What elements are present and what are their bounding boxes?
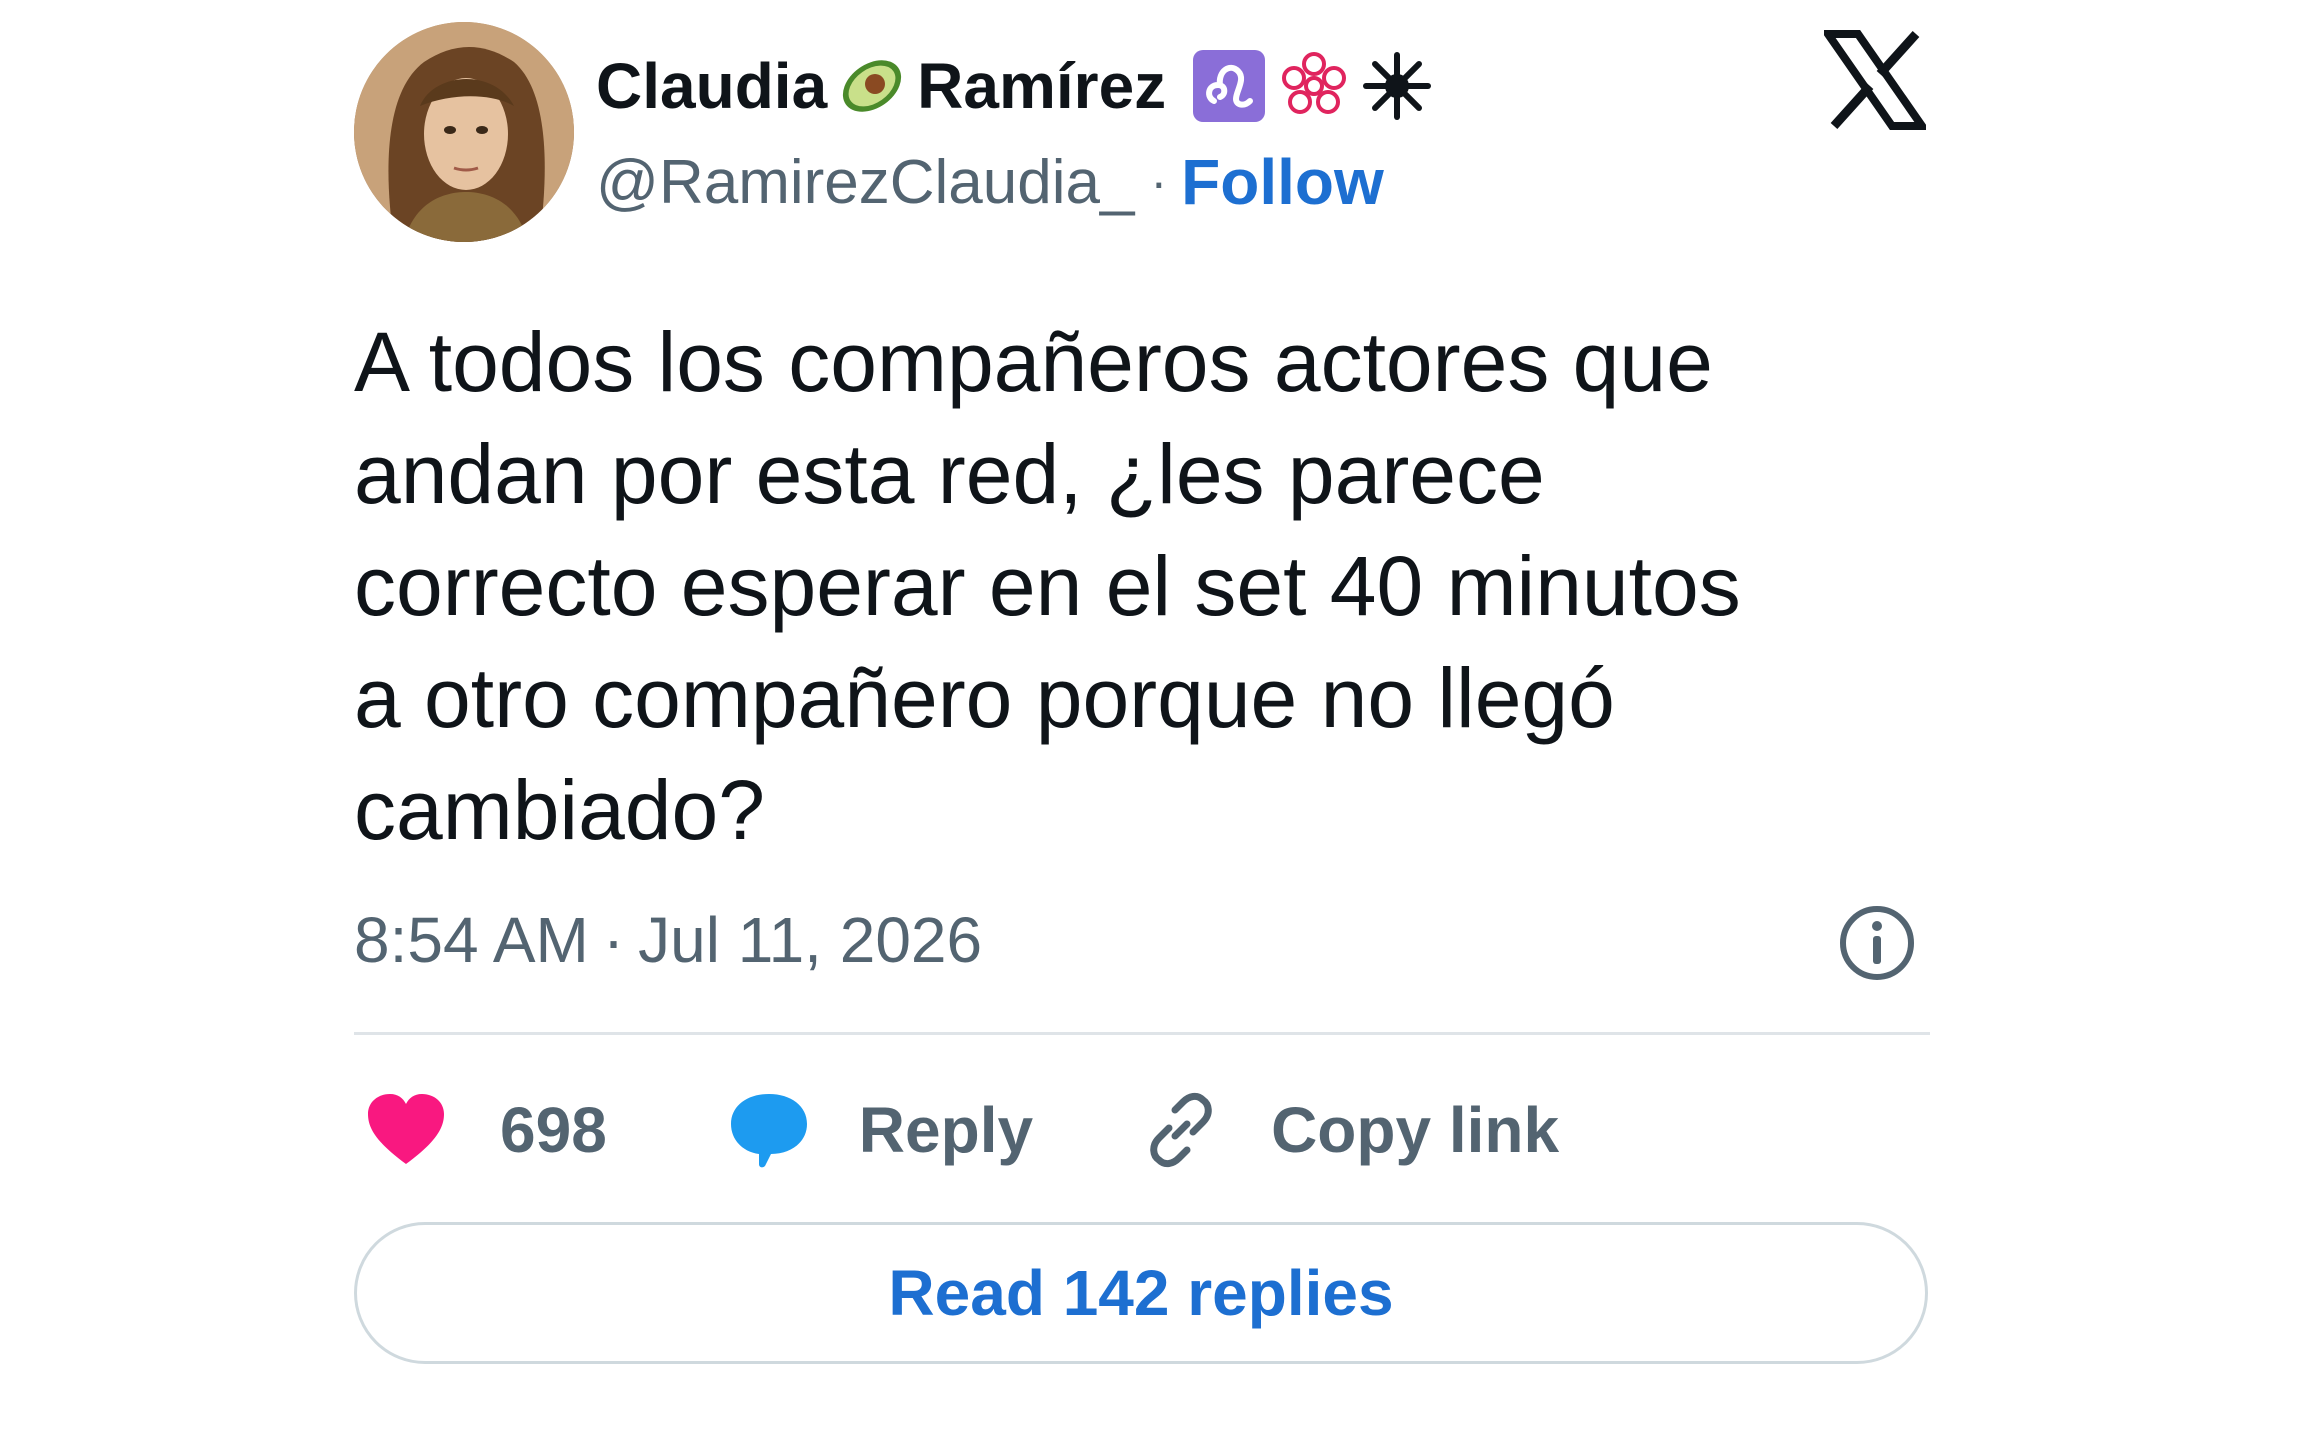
display-name[interactable]: Claudia Ramírez bbox=[596, 46, 1432, 126]
black-star-icon bbox=[1362, 51, 1432, 121]
display-name-last: Ramírez bbox=[917, 50, 1167, 122]
avatar-portrait bbox=[354, 22, 574, 242]
avocado-icon bbox=[837, 51, 907, 121]
link-icon bbox=[1139, 1088, 1223, 1172]
info-icon[interactable] bbox=[1838, 904, 1916, 982]
tweet-timestamp[interactable]: 8:54 AM · Jul 11, 2026 bbox=[354, 898, 1934, 982]
handle-row: @RamirezClaudia_ · Follow bbox=[596, 142, 1384, 222]
copy-link-button[interactable]: Copy link bbox=[1139, 1088, 1559, 1172]
copy-link-label: Copy link bbox=[1271, 1094, 1560, 1166]
follow-button[interactable]: Follow bbox=[1181, 145, 1384, 219]
display-name-first: Claudia bbox=[596, 50, 828, 122]
reply-label: Reply bbox=[858, 1094, 1034, 1166]
tweet-text: A todos los compañeros actores que andan… bbox=[354, 315, 1741, 857]
handle-separator: · bbox=[1150, 154, 1168, 210]
tweet-embed-card: Claudia Ramírez @RamirezClaudia_ · Follo… bbox=[0, 0, 2304, 1440]
leo-zodiac-icon bbox=[1192, 49, 1266, 123]
like-button[interactable]: 698 bbox=[364, 1088, 607, 1172]
tweet-date: Jul 11, 2026 bbox=[638, 904, 983, 976]
reply-bubble-icon bbox=[727, 1088, 811, 1172]
like-count: 698 bbox=[500, 1094, 607, 1166]
heart-icon bbox=[364, 1088, 448, 1172]
read-replies-button[interactable]: Read 142 replies bbox=[354, 1222, 1928, 1364]
reply-button[interactable]: Reply bbox=[727, 1088, 1033, 1172]
flower-outline-icon bbox=[1276, 48, 1352, 124]
avatar[interactable] bbox=[354, 22, 574, 242]
read-replies-label: Read 142 replies bbox=[888, 1257, 1394, 1329]
tweet-time: 8:54 AM bbox=[354, 904, 589, 976]
divider bbox=[354, 1032, 1930, 1035]
user-handle[interactable]: @RamirezClaudia_ bbox=[596, 147, 1134, 218]
timestamp-separator: · bbox=[602, 904, 625, 976]
action-bar: 698 Reply Copy link bbox=[364, 1090, 1559, 1170]
x-logo-icon[interactable] bbox=[1820, 30, 1930, 130]
